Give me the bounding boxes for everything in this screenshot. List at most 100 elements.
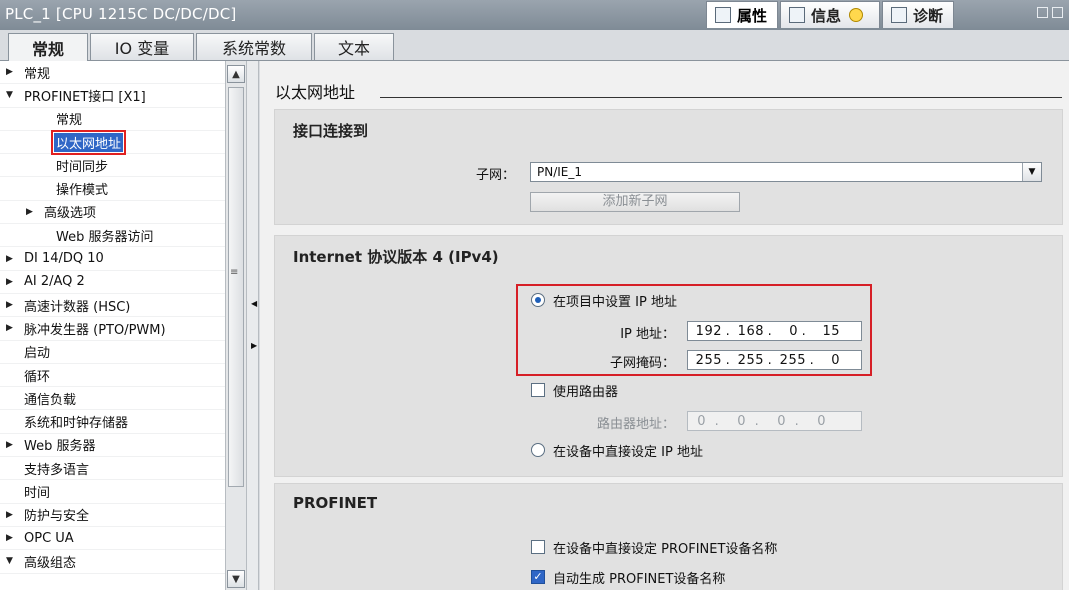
- subnet-label: 子网：: [475, 168, 515, 183]
- panel-splitter[interactable]: ◀ ▶: [247, 61, 259, 590]
- tree-item[interactable]: 通信负载: [0, 387, 225, 411]
- use-router-label: 使用路由器: [553, 385, 619, 400]
- tree-item-label: Web 服务器访问: [56, 229, 154, 245]
- collapsed-arrow-icon[interactable]: ▶: [26, 207, 38, 217]
- tree-item[interactable]: ▼ 高级组态: [0, 550, 225, 574]
- set-name-on-device-checkbox[interactable]: [531, 540, 545, 554]
- add-subnet-button[interactable]: 添加新子网: [530, 192, 740, 212]
- tree-item[interactable]: ▶ 脉冲发生器 (PTO/PWM): [0, 317, 225, 341]
- tree-item[interactable]: ▶ DI 14/DQ 10: [0, 247, 225, 271]
- float-window-icon[interactable]: [1037, 7, 1048, 18]
- tree-item[interactable]: ▶ OPC UA: [0, 527, 225, 551]
- scroll-down-icon[interactable]: ▼: [227, 570, 245, 588]
- title-divider: [380, 97, 1062, 98]
- tree-item[interactable]: ▼ PROFINET接口 [X1]: [0, 84, 225, 108]
- tab-io-tags[interactable]: IO 变量: [90, 33, 194, 60]
- collapsed-arrow-icon[interactable]: ▶: [6, 67, 18, 77]
- collapse-left-icon[interactable]: ◀: [251, 299, 257, 308]
- tab-properties[interactable]: 属性: [706, 1, 779, 28]
- tab-diagnostics-label: 诊断: [913, 6, 944, 25]
- tab-texts[interactable]: 文本: [314, 33, 394, 60]
- collapse-window-icon[interactable]: [1052, 7, 1063, 18]
- tree-item[interactable]: 时间: [0, 480, 225, 504]
- router-octet-2: 0: [737, 413, 746, 429]
- collapsed-arrow-icon[interactable]: ▶: [6, 440, 18, 450]
- device-title: PLC_1 [CPU 1215C DC/DC/DC]: [5, 5, 237, 23]
- tree-item-label: OPC UA: [24, 530, 74, 546]
- tree-item[interactable]: 系统和时钟存储器: [0, 410, 225, 434]
- section-profinet-title: PROFINET: [293, 494, 378, 512]
- tree-item-label: 高级组态: [24, 555, 77, 571]
- tree-item[interactable]: Web 服务器访问: [0, 224, 225, 248]
- scroll-thumb[interactable]: [228, 87, 244, 487]
- tab-general[interactable]: 常规: [8, 33, 88, 61]
- tree-item[interactable]: 支持多语言: [0, 457, 225, 481]
- router-address-field[interactable]: 0 . 0 . 0 . 0: [687, 411, 862, 431]
- router-dot: .: [754, 413, 760, 429]
- tree-item-label: 循环: [24, 369, 51, 385]
- section-profinet: PROFINET 在设备中直接设定 PROFINET设备名称 ✓ 自动生成 PR…: [274, 483, 1063, 590]
- tree-item-label: 时间同步: [56, 159, 109, 175]
- router-dot: .: [794, 413, 800, 429]
- collapsed-arrow-icon[interactable]: ▶: [6, 533, 18, 543]
- router-octet-3: 0: [777, 413, 786, 429]
- tree-item[interactable]: ▶ 防护与安全: [0, 504, 225, 527]
- tab-info[interactable]: 信息: [780, 1, 881, 28]
- tree-item[interactable]: 循环: [0, 364, 225, 388]
- tree-item[interactable]: 时间同步: [0, 154, 225, 178]
- tree-item[interactable]: ▶ 常规: [0, 61, 225, 85]
- expanded-arrow-icon[interactable]: ▼: [6, 556, 18, 566]
- tree-item[interactable]: 操作模式: [0, 177, 225, 201]
- tree-item-label: 启动: [24, 346, 51, 362]
- tree-item-label: 以太网地址: [50, 129, 127, 155]
- collapsed-arrow-icon[interactable]: ▶: [6, 510, 18, 520]
- tree-item-label: DI 14/DQ 10: [24, 251, 104, 267]
- collapsed-arrow-icon[interactable]: ▶: [6, 277, 18, 287]
- properties-content: 以太网地址 接口连接到 子网： PN/IE_1 ▼ 添加新子网 Internet…: [260, 61, 1069, 590]
- section-interface: 接口连接到 子网： PN/IE_1 ▼ 添加新子网: [274, 109, 1063, 225]
- tab-system-constants[interactable]: 系统常数: [196, 33, 312, 60]
- tree-item-label: 常规: [56, 113, 83, 129]
- tree-item[interactable]: 常规: [0, 108, 225, 131]
- tree-item-label: 时间: [24, 485, 51, 501]
- properties-icon: [715, 7, 731, 23]
- info-icon: [849, 8, 864, 22]
- collapsed-arrow-icon[interactable]: ▶: [6, 254, 18, 264]
- tree-scrollbar[interactable]: ▲ ≡ ▼: [225, 61, 247, 590]
- tab-diagnostics[interactable]: 诊断: [882, 1, 955, 28]
- grip-icon: ≡: [230, 267, 239, 278]
- tree-item[interactable]: ▶ 高速计数器 (HSC): [0, 294, 225, 318]
- tree-item-label: 系统和时钟存储器: [24, 416, 129, 432]
- highlight-box: [516, 284, 872, 376]
- main-tab-strip: 常规 IO 变量 系统常数 文本: [0, 30, 1069, 61]
- tree-item[interactable]: ▶ Web 服务器: [0, 434, 225, 458]
- router-address-label: 路由器地址：: [596, 417, 675, 432]
- tree-item[interactable]: ▶ 高级选项: [0, 201, 225, 225]
- window-controls: [1037, 7, 1063, 18]
- subnet-dropdown[interactable]: PN/IE_1 ▼: [530, 162, 1042, 182]
- tree-item-label: 常规: [24, 66, 51, 82]
- collapsed-arrow-icon[interactable]: ▶: [6, 323, 18, 333]
- section-ipv4-title: Internet 协议版本 4 (IPv4): [293, 248, 499, 266]
- tree-item-label: 高速计数器 (HSC): [24, 299, 131, 315]
- use-router-checkbox[interactable]: [531, 383, 545, 397]
- tree-item[interactable]: ▶ AI 2/AQ 2: [0, 271, 225, 294]
- chevron-down-icon[interactable]: ▼: [1022, 163, 1041, 181]
- router-dot: .: [714, 413, 720, 429]
- collapsed-arrow-icon[interactable]: ▶: [6, 300, 18, 310]
- tree-item-label: 操作模式: [56, 183, 109, 199]
- expanded-arrow-icon[interactable]: ▼: [6, 90, 18, 100]
- router-octet-4: 0: [817, 413, 826, 429]
- scroll-up-icon[interactable]: ▲: [227, 65, 245, 83]
- tree-item[interactable]: 启动: [0, 341, 225, 364]
- expand-right-icon[interactable]: ▶: [251, 341, 257, 350]
- set-name-on-device-label: 在设备中直接设定 PROFINET设备名称: [553, 542, 778, 557]
- set-ip-on-device-radio[interactable]: [531, 443, 545, 457]
- tree-item-label: 支持多语言: [24, 462, 90, 478]
- navigation-tree: ▶ 常规 ▼ PROFINET接口 [X1] 常规 以太网地址 时间同步 操作模式 ▶ 高级选项 W…: [0, 61, 225, 590]
- page-title: 以太网地址: [275, 83, 356, 102]
- auto-name-checkbox[interactable]: ✓: [531, 570, 545, 584]
- tree-item-label: 脉冲发生器 (PTO/PWM): [24, 322, 166, 338]
- tree-item[interactable]: 以太网地址: [0, 129, 225, 155]
- inspector-title-bar: PLC_1 [CPU 1215C DC/DC/DC] 属性 信息 诊断: [0, 0, 1069, 30]
